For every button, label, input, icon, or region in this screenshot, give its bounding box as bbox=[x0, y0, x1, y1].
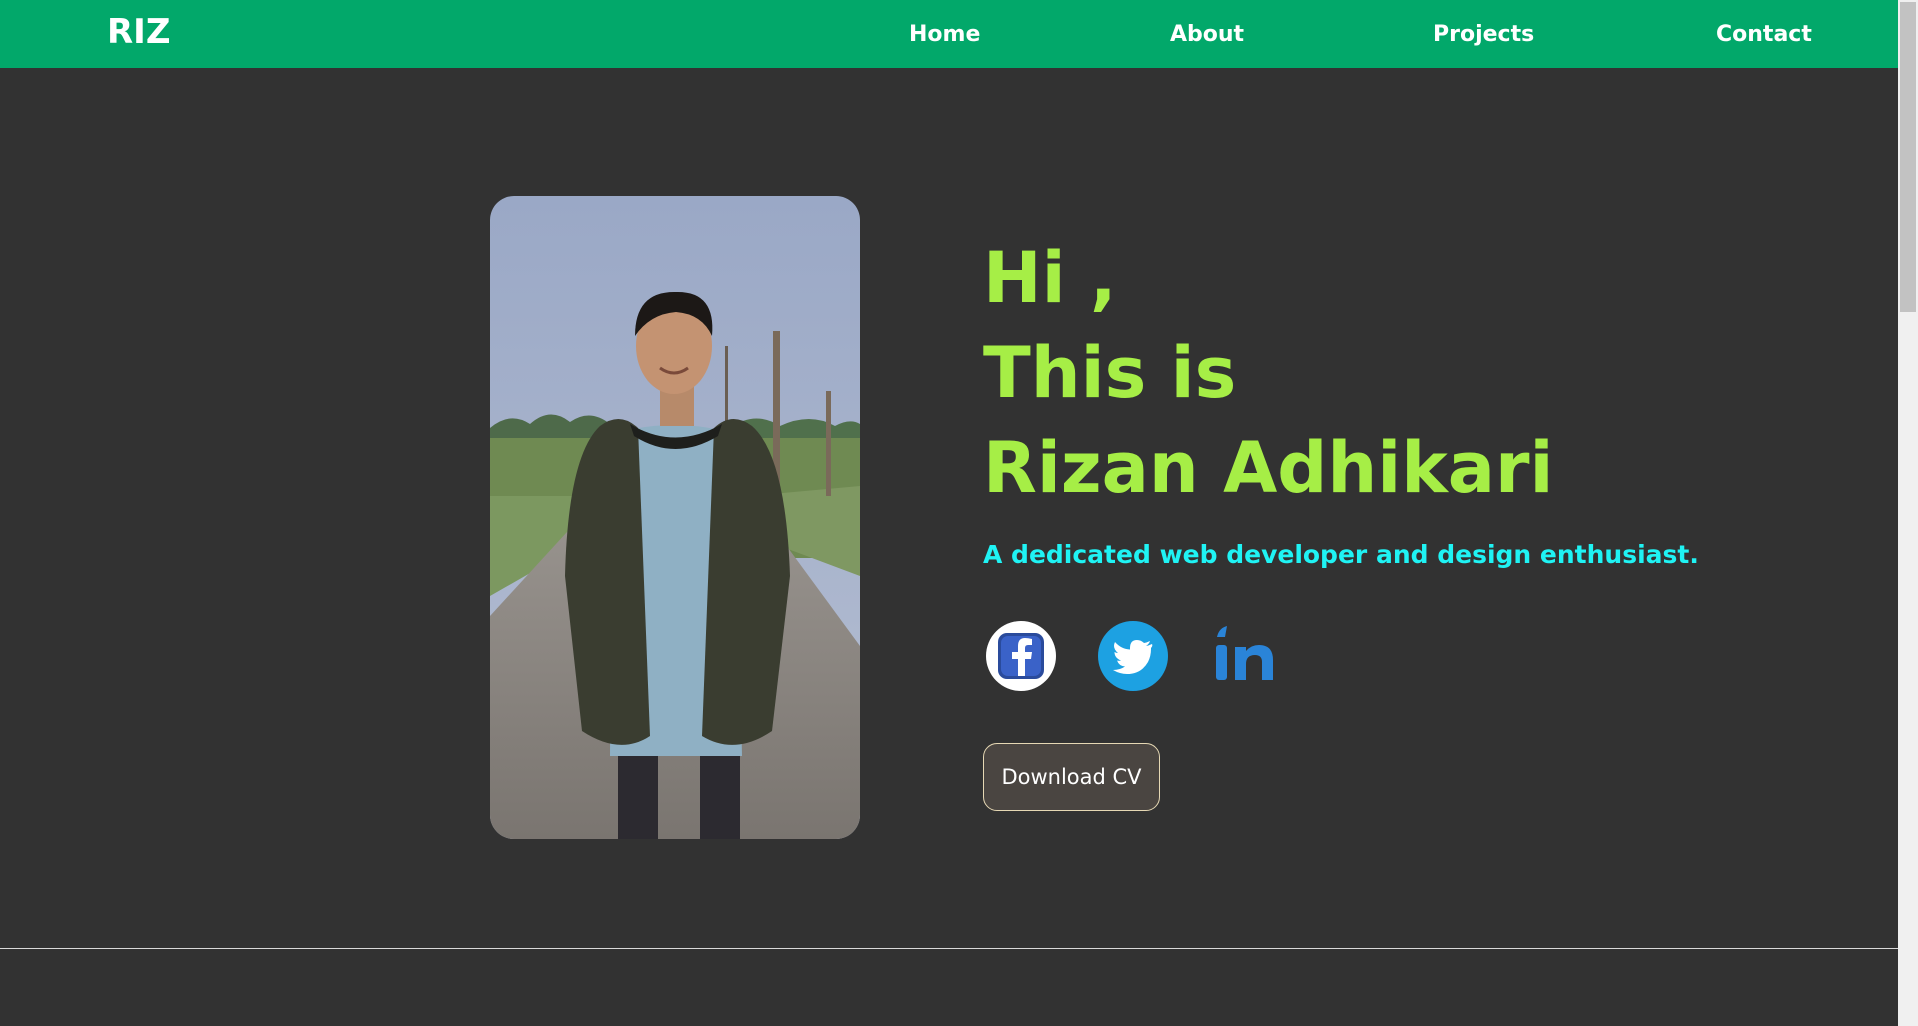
greeting-line-name: Rizan Adhikari bbox=[983, 427, 1554, 509]
greeting-line-this-is: This is bbox=[983, 332, 1237, 414]
section-divider bbox=[0, 948, 1898, 949]
greeting-line-hi: Hi , bbox=[983, 237, 1117, 319]
portfolio-page: RIZ Home About Projects Contact Hi , Thi… bbox=[0, 0, 1918, 1026]
nav-link-about[interactable]: About bbox=[1170, 20, 1244, 50]
top-navbar: RIZ Home About Projects Contact bbox=[0, 0, 1898, 68]
facebook-icon[interactable] bbox=[985, 620, 1057, 692]
linkedin-icon[interactable] bbox=[1209, 620, 1281, 692]
profile-photo bbox=[490, 196, 860, 839]
nav-link-home[interactable]: Home bbox=[909, 20, 980, 50]
page-scrollbar[interactable] bbox=[1898, 0, 1918, 1026]
nav-link-contact[interactable]: Contact bbox=[1716, 20, 1812, 50]
hero-tagline: A dedicated web developer and design ent… bbox=[983, 540, 1699, 569]
scrollbar-thumb[interactable] bbox=[1900, 2, 1916, 312]
site-logo[interactable]: RIZ bbox=[107, 12, 170, 52]
download-cv-button[interactable]: Download CV bbox=[983, 743, 1160, 811]
twitter-icon[interactable] bbox=[1097, 620, 1169, 692]
nav-link-projects[interactable]: Projects bbox=[1433, 20, 1534, 50]
